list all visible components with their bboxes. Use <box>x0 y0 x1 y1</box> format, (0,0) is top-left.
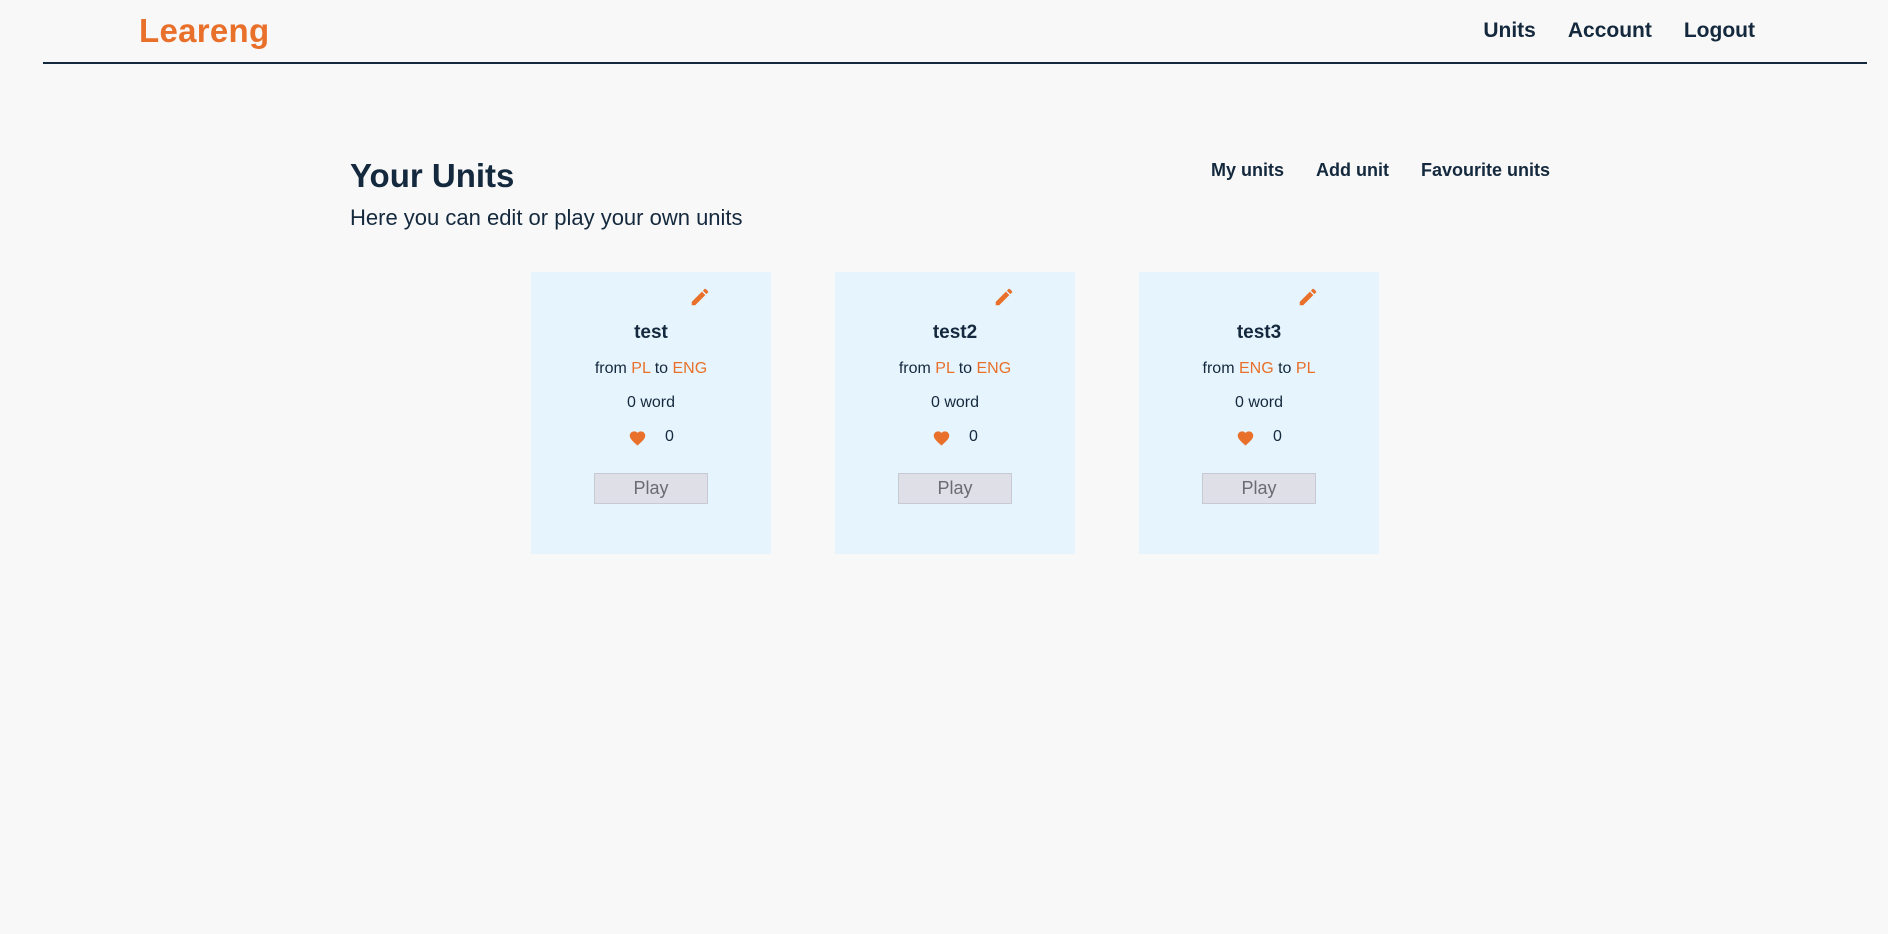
unit-card: test3 from ENG to PL 0 word 0 Play <box>1139 272 1379 554</box>
likes-count: 0 <box>665 428 674 445</box>
page-title: Your Units <box>350 157 515 194</box>
pencil-icon[interactable] <box>689 286 711 308</box>
to-label: to <box>958 360 973 377</box>
nav-logout-link[interactable]: Logout <box>1684 19 1755 43</box>
from-label: from <box>1202 360 1235 377</box>
word-count: 0 word <box>626 394 676 411</box>
unit-title: test <box>634 322 668 343</box>
likes-row: 0 <box>1139 428 1379 446</box>
unit-languages: from PL to ENG <box>531 360 771 378</box>
word-count: 0 word <box>930 394 980 411</box>
likes-count: 0 <box>969 428 978 445</box>
unit-languages: from ENG to PL <box>1139 360 1379 378</box>
target-language: ENG <box>976 360 1012 377</box>
nav-account-link[interactable]: Account <box>1568 19 1652 43</box>
target-language: PL <box>1295 360 1316 377</box>
pencil-icon[interactable] <box>1297 286 1319 308</box>
source-language: ENG <box>1238 360 1274 377</box>
units-subnav: My units Add unit Favourite units <box>1211 160 1550 181</box>
unit-card: test2 from PL to ENG 0 word 0 Play <box>835 272 1075 554</box>
favourite-units-link[interactable]: Favourite units <box>1421 160 1550 181</box>
page-subtitle: Here you can edit or play your own units <box>350 205 743 230</box>
play-button[interactable]: Play <box>898 473 1012 504</box>
from-label: from <box>594 360 627 377</box>
play-button[interactable]: Play <box>594 473 708 504</box>
logo-link[interactable]: Leareng <box>139 12 269 50</box>
to-label: to <box>654 360 669 377</box>
my-units-link[interactable]: My units <box>1211 160 1284 181</box>
top-nav: Units Account Logout <box>1483 19 1755 43</box>
unit-languages: from PL to ENG <box>835 360 1075 378</box>
likes-row: 0 <box>531 428 771 446</box>
likes-row: 0 <box>835 428 1075 446</box>
to-label: to <box>1278 360 1292 377</box>
unit-card: test from PL to ENG 0 word 0 Play <box>531 272 771 554</box>
heart-icon[interactable] <box>932 429 951 446</box>
add-unit-link[interactable]: Add unit <box>1316 160 1389 181</box>
unit-cards-list: test from PL to ENG 0 word 0 Play test2 … <box>531 272 1379 554</box>
likes-count: 0 <box>1273 428 1282 445</box>
unit-title: test2 <box>932 322 978 343</box>
target-language: ENG <box>672 360 708 377</box>
source-language: PL <box>631 360 651 377</box>
play-button[interactable]: Play <box>1202 473 1316 504</box>
heart-icon[interactable] <box>1236 429 1255 446</box>
heart-icon[interactable] <box>628 429 647 446</box>
pencil-icon[interactable] <box>993 286 1015 308</box>
site-header: Leareng Units Account Logout <box>43 0 1867 64</box>
unit-title: test3 <box>1236 322 1282 343</box>
word-count: 0 word <box>1234 394 1284 411</box>
source-language: PL <box>935 360 955 377</box>
nav-units-link[interactable]: Units <box>1483 19 1536 43</box>
from-label: from <box>898 360 931 377</box>
